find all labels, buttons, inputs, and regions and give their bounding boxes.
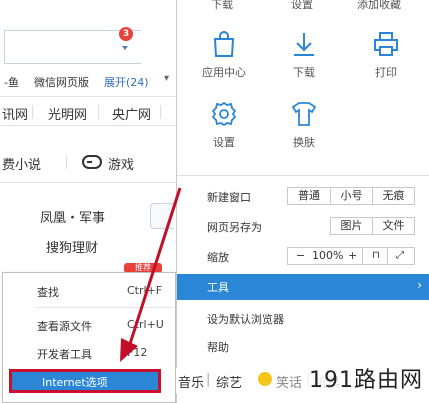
menu-item-label: 查看源文件 (37, 320, 92, 333)
tile-download[interactable]: 下载 (269, 30, 339, 90)
divider (32, 105, 33, 119)
gamepad-icon (82, 155, 102, 169)
zoom-in-button[interactable]: + (348, 248, 357, 264)
tools-submenu: 查找 Ctrl+F 查看源文件 Ctrl+U 开发者工具 F12 Interne… (2, 272, 176, 403)
menu-item-devtools[interactable]: 开发者工具 F12 (3, 341, 175, 365)
dropdown-caret-icon[interactable] (122, 46, 128, 50)
divider (66, 155, 67, 169)
menu-item-label: 开发者工具 (37, 348, 92, 361)
browser-screenshot: 3 -鱼 微信网页版 展开(24) ▾ 讯网 光明网 央广网 费小说 游戏 凤凰… (0, 0, 429, 403)
menu-item-find[interactable]: 查找 Ctrl+F (3, 279, 175, 303)
tile-app-center[interactable]: 应用中心 (189, 30, 259, 90)
download-icon (294, 33, 314, 56)
cut-off-label: 下载 (211, 0, 233, 11)
new-window-normal-button[interactable]: 普通 (287, 187, 331, 205)
lock-icon[interactable]: ⊓ (372, 248, 380, 264)
category-link[interactable]: 游戏 (108, 154, 134, 173)
chevron-down-icon[interactable]: ▾ (164, 73, 169, 84)
row-label: 帮助 (207, 341, 229, 354)
divider (362, 248, 363, 264)
zoom-out-button[interactable]: − (296, 248, 305, 264)
menu-item-label: 查找 (37, 286, 59, 299)
favorites-bar: -鱼 微信网页版 展开(24) ▾ (0, 70, 176, 92)
category-link[interactable]: 音乐 (178, 372, 204, 391)
notification-badge: 3 (119, 27, 133, 41)
chevron-right-icon: › (417, 278, 422, 292)
menu-item-label: Internet选项 (42, 376, 108, 389)
gear-icon (211, 101, 237, 127)
tile-label: 换肤 (293, 136, 315, 149)
main-menu: 下载 设置 添加收藏 应用中心 下载 打印 设置 换肤 新建窗口 普通 小号 无… (176, 0, 429, 403)
tile-skin[interactable]: 换肤 (269, 100, 339, 160)
row-label: 设为默认浏览器 (207, 313, 284, 326)
menu-separator (37, 307, 173, 308)
shirt-icon (291, 102, 317, 126)
side-card[interactable] (150, 203, 174, 229)
bag-icon (213, 31, 235, 57)
favorites-expand-button[interactable]: 展开(24) (104, 74, 149, 90)
watermark: 191路由网 (307, 362, 425, 394)
zoom-control: − 100% + ⊓ ⤢ (287, 247, 415, 265)
menu-item-view-source[interactable]: 查看源文件 Ctrl+U (3, 313, 175, 337)
site-link[interactable]: 讯网 (2, 104, 28, 123)
divider (98, 105, 99, 119)
shortcut-label: F12 (127, 346, 148, 359)
row-label: 新建窗口 (207, 191, 251, 204)
menu-row-save-as: 网页另存为 图片 文件 (177, 214, 429, 238)
menu-item-set-default[interactable]: 设为默认浏览器 (177, 306, 429, 330)
tile-label: 下载 (293, 66, 315, 79)
cut-off-label: 设置 (291, 0, 313, 11)
favorite-item[interactable]: 微信网页版 (34, 74, 89, 90)
row-label: 工具 (207, 281, 229, 294)
menu-item-help[interactable]: 帮助 (177, 334, 429, 358)
divider (387, 248, 388, 264)
cut-off-label: 添加收藏 (357, 0, 401, 11)
site-nav-row: 讯网 光明网 央广网 (0, 96, 176, 126)
shortcut-label: Ctrl+U (127, 318, 164, 331)
tile-label: 设置 (213, 136, 235, 149)
divider: | (206, 372, 211, 387)
row-label: 缩放 (207, 251, 229, 264)
site-link[interactable]: 光明网 (48, 104, 87, 123)
fullscreen-icon[interactable]: ⤢ (396, 248, 404, 264)
category-link[interactable]: 笑话 (276, 372, 302, 391)
zoom-value: 100% (312, 249, 344, 262)
menu-separator (177, 175, 429, 176)
tile-label: 应用中心 (202, 66, 246, 79)
save-as-image-button[interactable]: 图片 (330, 217, 373, 235)
menu-item-internet-options[interactable]: Internet选项 (9, 369, 161, 393)
save-as-file-button[interactable]: 文件 (372, 217, 415, 235)
category-link[interactable]: 综艺 (216, 372, 242, 391)
menu-item-tools[interactable]: 工具 › (177, 274, 429, 300)
favorite-item[interactable]: -鱼 (4, 74, 19, 90)
site-link[interactable]: 央广网 (112, 104, 151, 123)
shortcut-label: Ctrl+F (127, 284, 163, 297)
tile-settings[interactable]: 设置 (189, 100, 259, 160)
menu-row-new-window: 新建窗口 普通 小号 无痕 (177, 184, 429, 208)
content-link[interactable]: 凤凰・军事 (40, 207, 105, 226)
row-label: 网页另存为 (207, 221, 262, 234)
category-row: 费小说 游戏 (0, 148, 176, 178)
category-link[interactable]: 费小说 (2, 154, 41, 173)
new-window-incognito-button[interactable]: 无痕 (372, 187, 415, 205)
content-link[interactable]: 搜狗理财 (46, 237, 98, 256)
tile-label: 打印 (375, 66, 397, 79)
menu-row-zoom: 缩放 − 100% + ⊓ ⤢ (177, 244, 429, 268)
divider (160, 105, 161, 119)
printer-icon (374, 32, 398, 56)
tile-print[interactable]: 打印 (351, 30, 421, 90)
new-window-small-button[interactable]: 小号 (330, 187, 373, 205)
smile-icon (258, 372, 272, 386)
